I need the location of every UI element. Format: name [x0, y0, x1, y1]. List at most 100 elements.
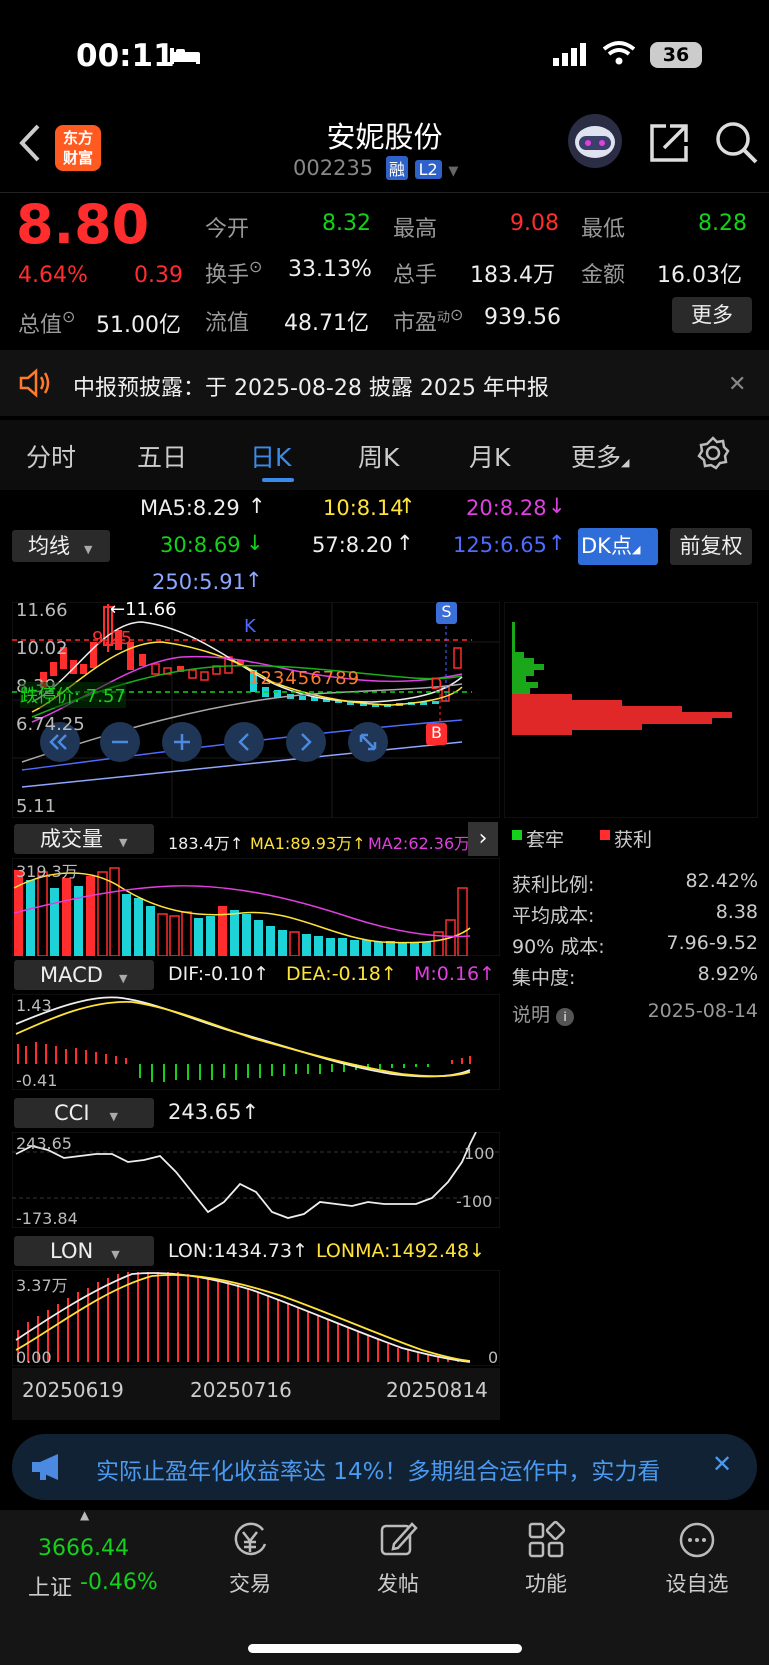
bed-icon: [168, 46, 202, 66]
tab-more[interactable]: 更多◢: [571, 438, 629, 474]
current-price: 8.80: [16, 193, 150, 256]
ad-banner[interactable]: 实际止盈年化收益率达 14%！多期组合运作中，实力看 ✕: [12, 1434, 757, 1500]
nav-trade[interactable]: 交易: [210, 1520, 290, 1610]
macd-m: M:0.16↑: [414, 963, 496, 985]
concentration-value: 8.92%: [697, 963, 758, 985]
legend-profit: 获利: [614, 829, 653, 851]
high-value: 9.08: [510, 211, 559, 236]
change-pct: 4.64%: [18, 263, 88, 288]
quote-panel: 8.80 4.64% 0.39 总值⊙ 51.00亿 今开 8.32 最高 9.…: [0, 193, 769, 348]
cci-selector[interactable]: CCI ▼: [14, 1098, 154, 1128]
search-icon[interactable]: [714, 120, 760, 170]
status-time: 00:11: [76, 38, 175, 74]
k-marker-k: K: [244, 616, 256, 637]
cci-ref-minus100: -100: [456, 1192, 493, 1211]
robot-avatar-icon[interactable]: [566, 112, 624, 174]
macd-selector[interactable]: MACD ▼: [14, 960, 154, 990]
nav-post[interactable]: 发帖: [358, 1520, 438, 1610]
tab-monthly-k[interactable]: 月K: [469, 438, 510, 474]
status-bar: 00:11 36: [0, 30, 769, 80]
date-end: 20250814: [386, 1378, 488, 1402]
volume-header: 成交量▼ 183.4万↑ MA1:89.93万↑ MA2:62.36万↑ ›: [12, 822, 500, 856]
more-button[interactable]: 更多: [672, 297, 752, 333]
lonma-value: LONMA:1492.48↓: [316, 1240, 486, 1262]
battery-icon: 36: [650, 42, 702, 68]
k-y-top: 11.66: [16, 600, 68, 621]
info-icon: i: [556, 1008, 575, 1026]
wifi-icon: [602, 40, 636, 70]
volume-value: 183.4万: [470, 263, 555, 288]
more-dots-icon: [677, 1522, 717, 1564]
edit-icon: [378, 1522, 418, 1564]
lon-selector[interactable]: LON ▼: [14, 1236, 154, 1266]
index-name: 上证: [28, 1576, 73, 1601]
stock-code: 002235: [293, 156, 374, 180]
dk-point-button[interactable]: DK点◢: [578, 528, 658, 565]
volume-label: 总手: [393, 263, 438, 288]
profit-ratio-value: 82.42%: [685, 870, 758, 892]
nav-function[interactable]: 功能: [506, 1520, 586, 1610]
mktcap-value: 51.00亿: [96, 313, 181, 338]
tab-intraday[interactable]: 分时: [26, 438, 76, 474]
limit-down-label: 跌停价: 7.57: [20, 682, 126, 708]
cost90-label: 90% 成本:: [512, 936, 605, 958]
speaker-icon: [18, 368, 52, 402]
macd-chart[interactable]: 1.43 -0.41: [11, 993, 501, 1091]
index-value: 3666.44: [38, 1536, 129, 1561]
cci-chart[interactable]: 243.65 -173.84 100 -100: [11, 1131, 501, 1229]
close-icon[interactable]: ✕: [728, 372, 746, 397]
margin-badge: 融: [385, 156, 408, 180]
nav-watchlist[interactable]: 设自选: [652, 1520, 742, 1610]
ad-close-icon[interactable]: ✕: [712, 1450, 732, 1478]
explain-link[interactable]: 说明 i: [512, 1000, 575, 1027]
cci-value: 243.65↑: [168, 1100, 260, 1124]
notice-bar[interactable]: 中报预披露：于 2025-08-28 披露 2025 年中报 ✕: [0, 350, 769, 416]
macd-y-top: 1.43: [16, 996, 52, 1015]
period-tabs: 分时 五日 日K 周K 月K 更多◢: [0, 420, 769, 490]
sell-marker[interactable]: S: [436, 602, 457, 624]
expand-right-icon[interactable]: ›: [468, 822, 498, 856]
volume-chart[interactable]: 319.3万: [11, 857, 501, 957]
cci-y-top: 243.65: [16, 1134, 72, 1153]
avg-cost-label: 平均成本:: [512, 905, 595, 927]
chip-info-panel: 套牢 获利 获利比例: 82.42% 平均成本: 8.38 90% 成本: 7.…: [504, 822, 758, 1042]
lon-value: LON:1434.73↑: [168, 1240, 308, 1262]
chart-nav-buttons: [40, 722, 388, 762]
lon-chart[interactable]: 3.37万 0.00 0: [11, 1269, 501, 1367]
tab-weekly-k[interactable]: 周K: [358, 438, 399, 474]
pe-label: 市盈动⊙: [393, 305, 464, 336]
stock-code-row[interactable]: 002235 融 L2 ▼: [293, 156, 458, 186]
tab-daily-k[interactable]: 日K: [250, 438, 291, 474]
open-label: 今开: [205, 217, 250, 242]
tab-five-day[interactable]: 五日: [137, 438, 187, 474]
index-quote[interactable]: 3666.44 上证 -0.46%: [28, 1524, 178, 1604]
tab-active-indicator: [262, 478, 294, 482]
expand-up-icon[interactable]: ▲: [80, 1508, 89, 1522]
header: 东方 财富 安妮股份 002235 融 L2 ▼: [0, 100, 769, 190]
date-mid: 20250716: [190, 1378, 292, 1402]
k-y-2: 10.02: [16, 638, 68, 659]
buy-marker[interactable]: B: [426, 723, 447, 745]
change-value: 0.39: [134, 263, 183, 288]
notice-text: 中报预披露：于 2025-08-28 披露 2025 年中报: [73, 376, 549, 401]
k-high-marker: ←11.66: [110, 599, 177, 620]
high-label: 最高: [393, 217, 438, 242]
cci-header: CCI ▼ 243.65↑: [12, 1096, 500, 1130]
signal-icon: [553, 42, 589, 72]
macd-dea: DEA:-0.18↑: [286, 963, 397, 985]
lon-y-bottom: 0.00: [16, 1348, 52, 1367]
share-icon[interactable]: [648, 122, 690, 168]
ma57-value: 57:8.20: [312, 533, 393, 557]
volume-selector[interactable]: 成交量 ▼: [14, 824, 154, 854]
k-y-4: 6.74.25: [16, 714, 85, 735]
candlestick-chart[interactable]: 11.66 ←11.66 10.02 9.25 8.39 6.74.25 跌停价…: [11, 599, 501, 819]
ma-selector[interactable]: 均线 ▼: [12, 530, 110, 562]
concentration-label: 集中度:: [512, 967, 576, 989]
cost90-value: 7.96-9.52: [666, 932, 758, 954]
grid-icon: [526, 1520, 566, 1564]
adjust-button[interactable]: 前复权: [670, 528, 752, 565]
settings-gear-icon[interactable]: [696, 436, 730, 474]
l2-badge: L2: [414, 160, 442, 179]
info-icon: ⊙: [450, 305, 464, 324]
profit-ratio-label: 获利比例:: [512, 874, 595, 896]
